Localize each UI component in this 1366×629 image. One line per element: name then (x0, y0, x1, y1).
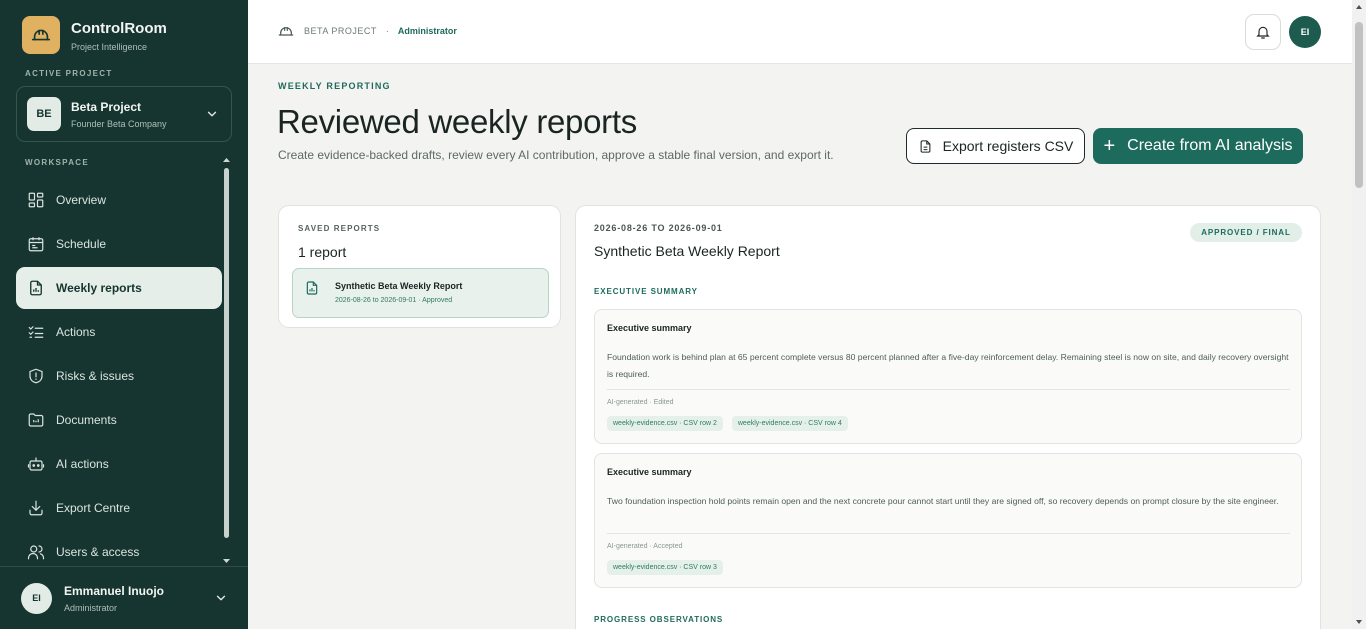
saved-report-item[interactable]: Synthetic Beta Weekly Report 2026-08-26 … (292, 268, 549, 318)
bell-icon (1256, 26, 1270, 39)
project-badge: BE (27, 97, 61, 131)
sidebar-item-export-centre[interactable]: Export Centre (16, 487, 222, 529)
create-from-ai-analysis-button[interactable]: + Create from AI analysis (1093, 128, 1303, 164)
sidebar: ControlRoom Project Intelligence ACTIVE … (0, 0, 248, 629)
download-icon (29, 500, 43, 516)
user-name: Emmanuel Inuojo (64, 583, 165, 598)
avatar[interactable]: EI (1289, 16, 1321, 48)
entry-meta: AI-generated · Edited (607, 399, 674, 406)
folder-icon (28, 413, 44, 427)
report-date-range: 2026-08-26 TO 2026-09-01 (594, 223, 723, 233)
app-name: ControlRoom (71, 19, 167, 37)
project-name: Beta Project (71, 99, 142, 114)
chevron-down-icon (216, 595, 226, 601)
sidebar-item-label: AI actions (56, 457, 109, 471)
scroll-down-icon (223, 559, 230, 563)
workspace-label: WORKSPACE (25, 158, 89, 167)
plus-icon: + (1103, 135, 1116, 157)
sidebar-item-risks-issues[interactable]: Risks & issues (16, 355, 222, 397)
scroll-down-icon (1356, 620, 1362, 624)
report-icon (306, 281, 318, 295)
sidebar-item-schedule[interactable]: Schedule (16, 223, 222, 265)
entry-body: Two foundation inspection hold points re… (607, 496, 1279, 506)
project-switcher[interactable]: BE Beta Project Founder Beta Company (16, 86, 232, 142)
breadcrumb: BETA PROJECT · Administrator (278, 24, 457, 38)
sidebar-item-actions[interactable]: Actions (16, 311, 222, 353)
saved-report-title: Synthetic Beta Weekly Report (335, 281, 463, 291)
saved-reports-panel: SAVED REPORTS 1 report Synthetic Beta We… (278, 205, 561, 328)
file-csv-icon (920, 139, 931, 153)
sidebar-scrollbar-thumb[interactable] (224, 168, 229, 538)
scroll-up-icon (1356, 5, 1362, 9)
breadcrumb-project[interactable]: BETA PROJECT (304, 26, 377, 36)
app-tagline: Project Intelligence (71, 41, 148, 52)
sidebar-item-label: Users & access (56, 545, 140, 559)
evidence-chips: weekly-evidence.csv · CSV row 2 weekly-e… (607, 416, 857, 431)
page-kicker: WEEKLY REPORTING (278, 81, 391, 91)
evidence-chips: weekly-evidence.csv · CSV row 3 (607, 560, 732, 575)
sidebar-item-label: Overview (56, 193, 107, 207)
top-bar: BETA PROJECT · Administrator EI (248, 0, 1352, 64)
user-menu[interactable]: EI Emmanuel Inuojo Administrator (0, 566, 248, 629)
report-title: Synthetic Beta Weekly Report (594, 243, 780, 259)
robot-icon (27, 457, 45, 471)
hardhat-icon (278, 27, 294, 36)
notifications-button[interactable] (1245, 14, 1281, 50)
evidence-chip[interactable]: weekly-evidence.csv · CSV row 3 (607, 560, 723, 575)
entry-title: Executive summary (607, 467, 692, 477)
sidebar-item-ai-actions[interactable]: AI actions (16, 443, 222, 485)
entry-title: Executive summary (607, 323, 692, 333)
chevron-down-icon (207, 111, 217, 117)
page-scrollbar-thumb[interactable] (1355, 22, 1363, 188)
sidebar-item-label: Risks & issues (56, 369, 135, 383)
sidebar-item-weekly-reports[interactable]: Weekly reports (16, 267, 222, 309)
entry-body: Foundation work is behind plan at 65 per… (607, 352, 1289, 379)
evidence-chip[interactable]: weekly-evidence.csv · CSV row 4 (731, 416, 848, 431)
entry-meta: AI-generated · Accepted (607, 543, 683, 550)
active-project-label: ACTIVE PROJECT (25, 69, 113, 78)
report-detail-panel: 2026-08-26 TO 2026-09-01 Synthetic Beta … (575, 205, 1321, 629)
avatar: EI (21, 582, 52, 614)
breadcrumb-role: Administrator (397, 26, 457, 36)
entry-divider (607, 533, 1290, 534)
report-icon (30, 280, 42, 296)
user-role: Administrator (64, 602, 118, 613)
status-badge: APPROVED / FINAL (1190, 223, 1302, 242)
report-entry: Executive summary Two foundation inspect… (594, 453, 1302, 588)
sidebar-item-label: Export Centre (56, 501, 131, 515)
section-heading-progress-observations: PROGRESS OBSERVATIONS (594, 615, 724, 624)
calendar-icon (28, 237, 44, 252)
grid-icon (28, 192, 44, 208)
saved-reports-count: 1 report (298, 244, 347, 260)
report-entry: Executive summary Foundation work is beh… (594, 309, 1302, 444)
hardhat-logo-icon (22, 16, 60, 54)
checklist-icon (28, 326, 44, 338)
evidence-chip[interactable]: weekly-evidence.csv · CSV row 2 (607, 416, 723, 431)
saved-reports-label: SAVED REPORTS (298, 224, 381, 233)
page-description: Create evidence-backed drafts, review ev… (278, 148, 834, 162)
sidebar-item-label: Weekly reports (56, 281, 142, 295)
sidebar-item-documents[interactable]: Documents (16, 399, 222, 441)
shield-alert-icon (29, 368, 43, 384)
export-registers-csv-button[interactable]: Export registers CSV (906, 128, 1085, 164)
project-company: Founder Beta Company (71, 118, 167, 129)
sidebar-item-overview[interactable]: Overview (16, 179, 222, 221)
sidebar-item-label: Actions (56, 325, 96, 339)
sidebar-item-label: Schedule (56, 237, 107, 251)
scroll-up-icon (223, 158, 230, 162)
create-from-ai-analysis-label: Create from AI analysis (1127, 137, 1293, 154)
sidebar-nav: Overview Schedule Weekly reports Actions… (16, 179, 222, 575)
users-icon (27, 545, 45, 560)
export-registers-csv-label: Export registers CSV (942, 138, 1074, 154)
sidebar-item-label: Documents (56, 413, 117, 427)
page-title: Reviewed weekly reports (277, 103, 637, 140)
breadcrumb-separator: · (385, 26, 389, 36)
entry-divider (607, 389, 1290, 390)
saved-report-meta: 2026-08-26 to 2026-09-01 · Approved (335, 297, 453, 304)
section-heading-executive-summary: EXECUTIVE SUMMARY (594, 287, 698, 296)
brand[interactable]: ControlRoom Project Intelligence (22, 16, 167, 54)
